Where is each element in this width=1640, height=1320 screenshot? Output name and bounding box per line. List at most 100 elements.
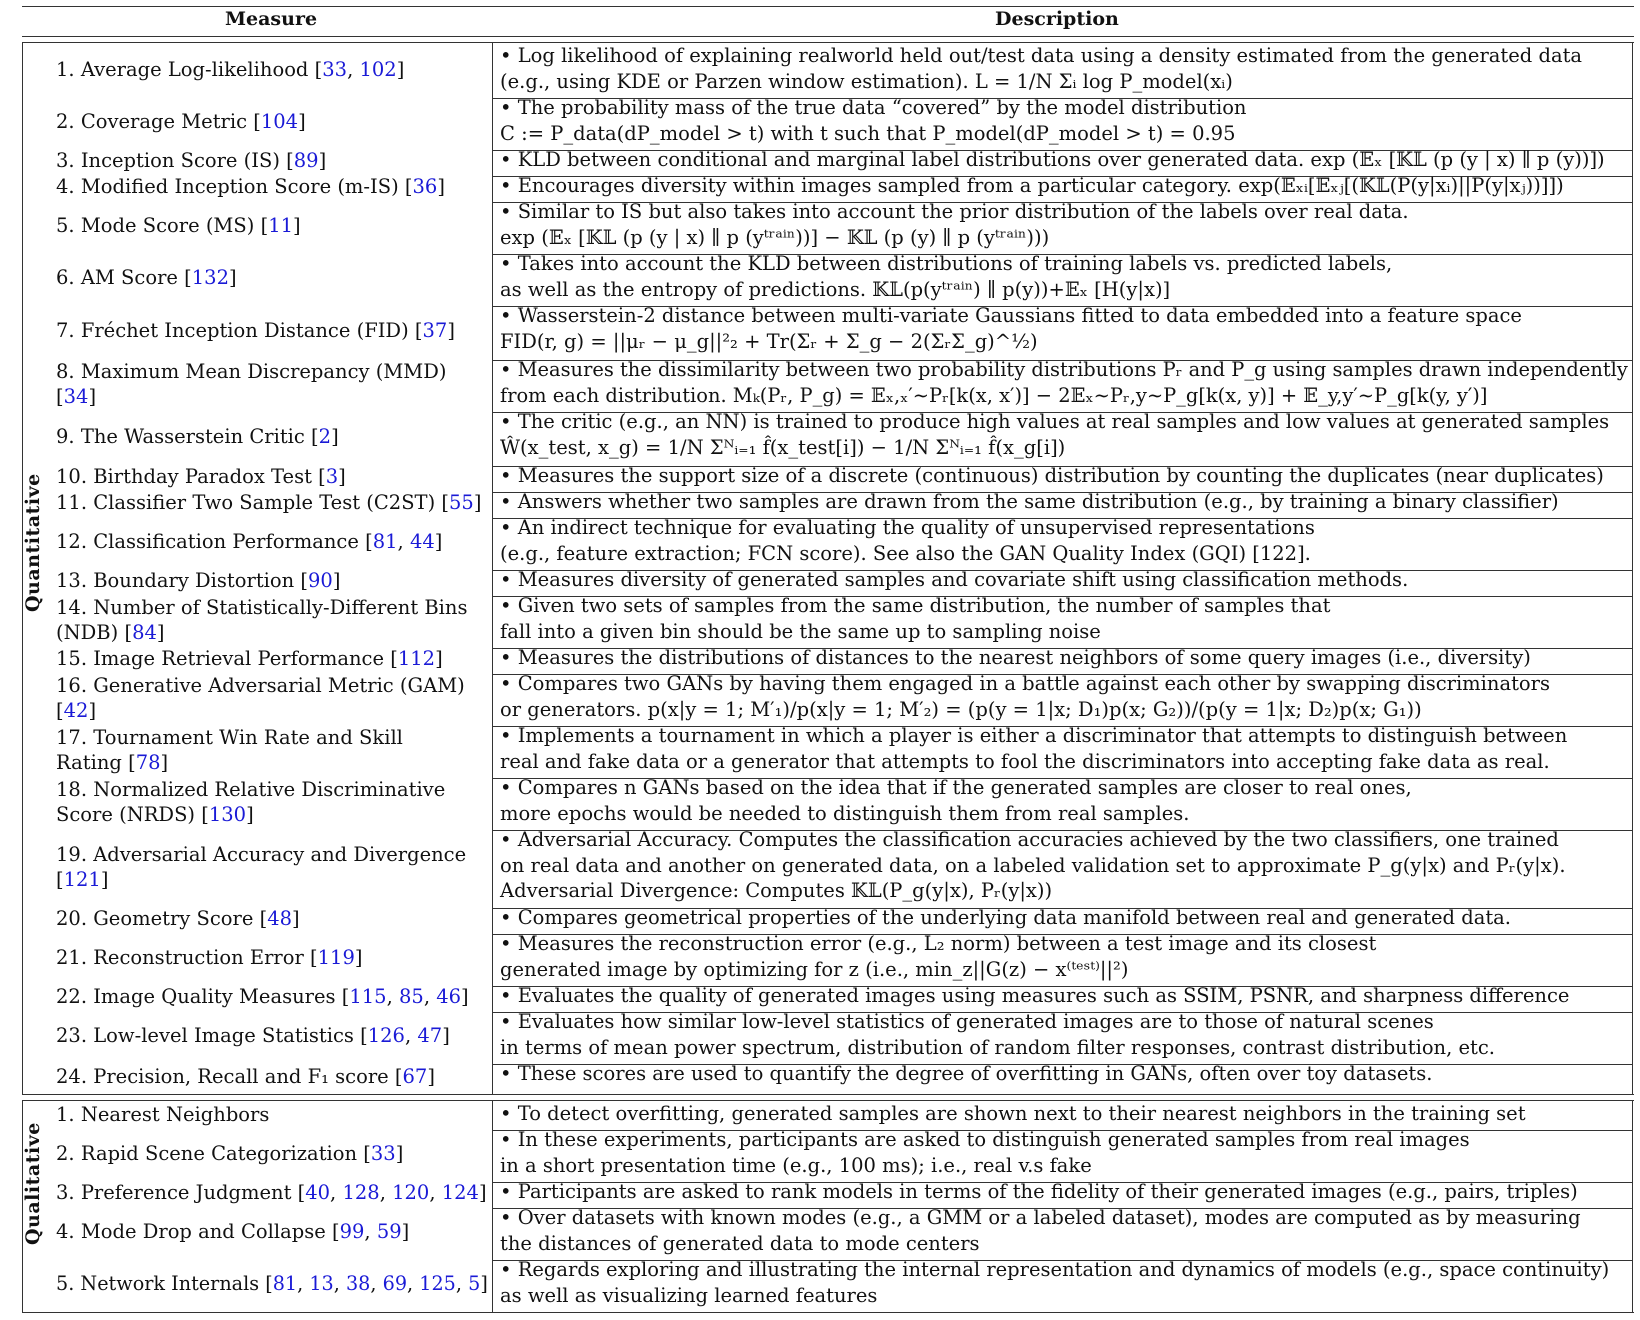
description-line: • Measures the distributions of distance…: [500, 646, 1531, 669]
citation-refs[interactable]: [126, 47]: [360, 1024, 450, 1047]
citation-link[interactable]: 115: [349, 985, 386, 1008]
citation-link[interactable]: 40: [305, 1181, 330, 1204]
citation-link[interactable]: 13: [309, 1272, 333, 1295]
measure-description: • Measures the support size of a discret…: [500, 463, 1604, 489]
citation-refs[interactable]: [78]: [128, 751, 168, 774]
citation-refs[interactable]: [37]: [415, 319, 455, 342]
measure-number: 21.: [56, 946, 88, 970]
measure-description: • Compares two GANs by having them engag…: [500, 671, 1550, 722]
citation-link[interactable]: 132: [192, 266, 229, 289]
citation-refs[interactable]: [2]: [311, 425, 339, 448]
citation-refs[interactable]: [112]: [390, 647, 442, 670]
citation-refs[interactable]: [84]: [124, 621, 164, 644]
citation-refs[interactable]: [130]: [201, 803, 253, 826]
citation-link[interactable]: 37: [423, 319, 448, 342]
measure-title: Network Internals: [80, 1272, 260, 1296]
measure-description: • Encourages diversity within images sam…: [500, 173, 1564, 199]
citation-refs[interactable]: [81, 13, 38, 69, 125, 5]: [265, 1272, 488, 1295]
citation-refs[interactable]: [90]: [300, 569, 340, 592]
citation-refs[interactable]: [132]: [184, 266, 236, 289]
citation-refs[interactable]: [33]: [363, 1142, 403, 1165]
citation-link[interactable]: 112: [398, 647, 435, 670]
citation-link[interactable]: 130: [209, 803, 246, 826]
citation-refs[interactable]: [40, 128, 120, 124]: [298, 1181, 487, 1204]
citation-link[interactable]: 121: [64, 868, 101, 891]
citation-refs[interactable]: [34]: [56, 385, 96, 408]
measure-name: 22. Image Quality Measures [115, 85, 46]: [56, 984, 469, 1010]
measure-number: 5.: [56, 1272, 75, 1296]
description-line: in a short presentation time (e.g., 100 …: [500, 1153, 1092, 1177]
citation-link[interactable]: 38: [346, 1272, 370, 1295]
citation-link[interactable]: 11: [268, 214, 293, 237]
measure-title: Image Retrieval Performance: [93, 647, 385, 671]
citation-link[interactable]: 67: [403, 1065, 428, 1088]
description-line: • Answers whether two samples are drawn …: [500, 490, 1559, 513]
citation-link[interactable]: 85: [399, 985, 424, 1008]
measure-description: • Similar to IS but also takes into acco…: [500, 199, 1409, 250]
citation-refs[interactable]: [115, 85, 46]: [342, 985, 469, 1008]
citation-link[interactable]: 119: [318, 946, 355, 969]
measure-title: Maximum Mean Discrepancy (MMD): [80, 359, 447, 383]
citation-refs[interactable]: [55]: [441, 491, 481, 514]
citation-link[interactable]: 81: [273, 1272, 297, 1295]
citation-refs[interactable]: [121]: [56, 868, 108, 891]
citation-link[interactable]: 90: [308, 569, 333, 592]
citation-link[interactable]: 33: [371, 1142, 396, 1165]
citation-link[interactable]: 3: [326, 465, 338, 488]
citation-link[interactable]: 46: [436, 985, 461, 1008]
citation-refs[interactable]: [36]: [405, 175, 445, 198]
citation-link[interactable]: 2: [319, 425, 331, 448]
measure-title: Image Quality Measures: [93, 985, 336, 1009]
citation-link[interactable]: 78: [136, 751, 161, 774]
citation-refs[interactable]: [81, 44]: [365, 530, 442, 553]
citation-link[interactable]: 89: [294, 149, 319, 172]
citation-link[interactable]: 102: [359, 58, 396, 81]
citation-link[interactable]: 128: [342, 1181, 379, 1204]
citation-refs[interactable]: [42]: [56, 699, 96, 722]
description-line: • Measures the dissimilarity between two…: [500, 358, 1628, 381]
citation-link[interactable]: 104: [261, 110, 298, 133]
citation-refs[interactable]: [33, 102]: [315, 58, 405, 81]
citation-link[interactable]: 47: [417, 1024, 442, 1047]
measure-title-cont: Score (NRDS): [56, 803, 196, 826]
citation-link[interactable]: 55: [449, 491, 474, 514]
measure-name: 8. Maximum Mean Discrepancy (MMD) [34]: [56, 359, 447, 410]
citation-link[interactable]: 42: [64, 699, 89, 722]
measure-number: 3.: [56, 149, 75, 173]
citation-link[interactable]: 36: [413, 175, 438, 198]
citation-link[interactable]: 120: [392, 1181, 429, 1204]
description-line: fall into a given bin should be the same…: [500, 619, 1101, 643]
citation-refs[interactable]: [104]: [253, 110, 305, 133]
measure-number: 12.: [56, 530, 88, 554]
citation-link[interactable]: 34: [64, 385, 89, 408]
citation-link[interactable]: 69: [383, 1272, 407, 1295]
citation-link[interactable]: 33: [322, 58, 347, 81]
citation-link[interactable]: 5: [468, 1272, 480, 1295]
citation-link[interactable]: 124: [442, 1181, 479, 1204]
citation-link[interactable]: 44: [410, 530, 435, 553]
measure-title: Preference Judgment: [80, 1181, 292, 1205]
description-line: • KLD between conditional and marginal l…: [500, 148, 1605, 171]
citation-refs[interactable]: [99, 59]: [332, 1220, 409, 1243]
citation-refs[interactable]: [119]: [310, 946, 362, 969]
description-line: the distances of generated data to mode …: [500, 1231, 980, 1255]
citation-link[interactable]: 59: [377, 1220, 402, 1243]
description-line: • Similar to IS but also takes into acco…: [500, 200, 1409, 223]
citation-refs[interactable]: [3]: [318, 465, 346, 488]
citation-link[interactable]: 81: [373, 530, 398, 553]
measure-number: 16.: [56, 673, 88, 697]
citation-refs[interactable]: [48]: [260, 907, 300, 930]
measure-title: Classification Performance: [93, 530, 359, 554]
citation-link[interactable]: 48: [267, 907, 292, 930]
measure-description: • Compares n GANs based on the idea that…: [500, 775, 1412, 826]
measure-description: • Answers whether two samples are drawn …: [500, 489, 1559, 515]
measure-description: • To detect overfitting, generated sampl…: [500, 1101, 1526, 1127]
description-line: • Wasserstein-2 distance between multi-v…: [500, 304, 1522, 327]
citation-refs[interactable]: [89]: [286, 149, 326, 172]
citation-link[interactable]: 84: [132, 621, 157, 644]
citation-refs[interactable]: [11]: [261, 214, 301, 237]
citation-refs[interactable]: [67]: [395, 1065, 435, 1088]
citation-link[interactable]: 125: [419, 1272, 456, 1295]
citation-link[interactable]: 99: [340, 1220, 365, 1243]
citation-link[interactable]: 126: [368, 1024, 405, 1047]
